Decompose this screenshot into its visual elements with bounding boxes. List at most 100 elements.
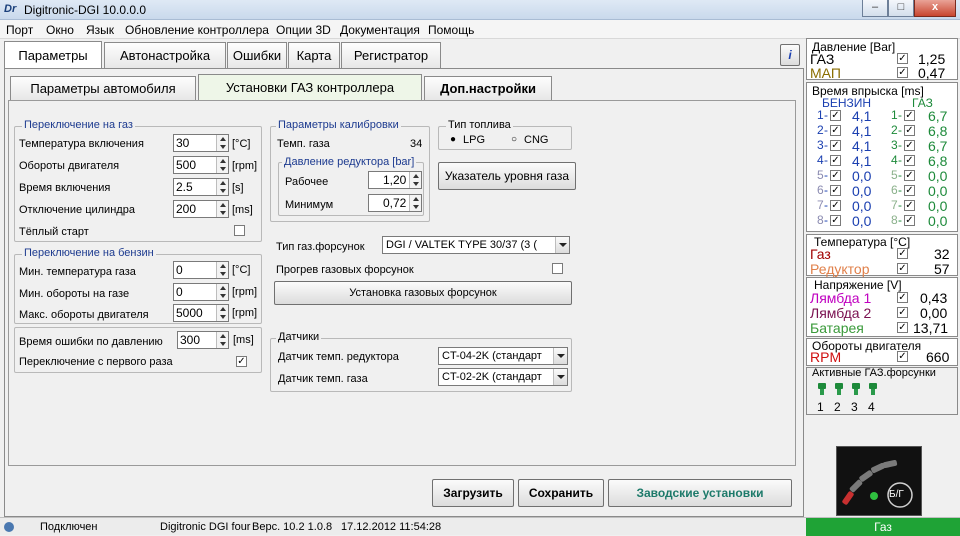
lambda1-label: Лямбда 1 [810,290,872,306]
first-switch-checkbox[interactable]: ✓ [236,356,247,367]
gas-sensor-label: Датчик темп. газа [278,373,368,385]
tab-gas-controller-settings[interactable]: Установки ГАЗ контроллера [198,74,422,101]
menu-port[interactable]: Порт [6,23,33,37]
menu-window[interactable]: Окно [46,23,74,37]
menu-options-3d[interactable]: Опции 3D [276,23,331,37]
injector-heating-checkbox[interactable] [552,263,563,274]
lpg-radio-icon[interactable]: ● [450,134,456,145]
lambda2-checkbox[interactable]: ✓ [897,307,908,318]
petrol-injector-checkbox[interactable]: ✓ [830,215,841,226]
minimum-pressure-input[interactable]: 0,72 [368,194,422,212]
gas-on-temp-input[interactable]: 30 [173,134,229,152]
battery-checkbox[interactable]: ✓ [897,322,908,333]
rpm-checkbox[interactable]: ✓ [897,351,908,362]
petrol-injector-dash: - [824,198,828,212]
gas-injection-value: 0,0 [928,183,948,199]
menu-language[interactable]: Язык [86,23,114,37]
gas-sensor-select[interactable]: CT-02-2K (стандарт [438,368,568,386]
max-rpm-input[interactable]: 5000 [173,304,229,322]
petrol-switch-title: Переключение на бензин [22,247,156,259]
gas-temp-label: Темп. газа [277,138,330,150]
petrol-injection-value: 4,1 [852,123,872,139]
gas-injector-checkbox[interactable]: ✓ [904,215,915,226]
gas-injector-number: 4 [891,153,898,167]
max-rpm-label: Макс. обороты двигателя [19,309,149,321]
engine-rpm-input[interactable]: 500 [173,156,229,174]
warm-start-checkbox[interactable] [234,225,245,236]
lpg-radio-label[interactable]: LPG [463,134,485,146]
fuel-switch-widget[interactable]: Б/Г [836,446,922,516]
injector-type-select[interactable]: DGI / VALTEK TYPE 30/37 (3 ( [382,236,570,254]
gas-injection-value: 0,0 [928,213,948,229]
reducer-temperature-value: 57 [934,261,950,277]
menu-help[interactable]: Помощь [428,23,474,37]
gas-temperature-checkbox[interactable]: ✓ [897,248,908,259]
window-title: Digitronic-DGI 10.0.0.0 [24,3,147,17]
close-button[interactable]: x [914,0,956,17]
gas-injector-checkbox[interactable]: ✓ [904,110,915,121]
gas-level-indicator-button[interactable]: Указатель уровня газа [438,162,576,190]
map-pressure-checkbox[interactable]: ✓ [897,67,908,78]
petrol-injector-checkbox[interactable]: ✓ [830,185,841,196]
min-gas-temp-input[interactable]: 0 [173,261,229,279]
petrol-injector-checkbox[interactable]: ✓ [830,140,841,151]
gas-injector-checkbox[interactable]: ✓ [904,125,915,136]
connection-icon [4,522,14,532]
gas-injection-value: 0,0 [928,168,948,184]
tab-parameters[interactable]: Параметры [4,41,102,69]
gas-injector-checkbox[interactable]: ✓ [904,140,915,151]
tab-errors[interactable]: Ошибки [227,42,287,68]
gas-injector-checkbox[interactable]: ✓ [904,155,915,166]
reducer-temperature-checkbox[interactable]: ✓ [897,263,908,274]
status-datetime: 17.12.2012 11:54:28 [341,521,442,533]
menu-update-controller[interactable]: Обновление контроллера [125,23,269,37]
map-pressure-label: МАП [810,65,841,81]
tab-autotune[interactable]: Автонастройка [104,42,226,68]
working-pressure-input[interactable]: 1,20 [368,171,422,189]
title-bar: Dr Digitronic-DGI 10.0.0.0 – □ x [0,0,960,20]
cylinder-off-input[interactable]: 200 [173,200,229,218]
cng-radio-icon[interactable]: ○ [511,134,517,145]
gas-injector-checkbox[interactable]: ✓ [904,200,915,211]
pressure-error-label: Время ошибки по давлению [19,336,163,348]
switch-time-input[interactable]: 2.5 [173,178,229,196]
save-button[interactable]: Сохранить [518,479,604,507]
petrol-injection-value: 0,0 [852,213,872,229]
gas-injector-checkbox[interactable]: ✓ [904,185,915,196]
menu-documentation[interactable]: Документация [340,23,420,37]
sensors-title: Датчики [276,331,322,343]
petrol-injector-checkbox[interactable]: ✓ [830,125,841,136]
cylinder-off-label: Отключение цилиндра [19,204,135,216]
pressure-error-input[interactable]: 300 [177,331,229,349]
gas-injector-checkbox[interactable]: ✓ [904,170,915,181]
gas-pressure-checkbox[interactable]: ✓ [897,53,908,64]
injector-heating-label: Прогрев газовых форсунок [276,264,414,276]
petrol-injector-checkbox[interactable]: ✓ [830,200,841,211]
petrol-injector-checkbox[interactable]: ✓ [830,170,841,181]
petrol-injector-dash: - [824,123,828,137]
petrol-injector-checkbox[interactable]: ✓ [830,155,841,166]
tab-map[interactable]: Карта [288,42,340,68]
active-injector-number: 1 [817,400,824,414]
cng-radio-label[interactable]: CNG [524,134,548,146]
petrol-injector-checkbox[interactable]: ✓ [830,110,841,121]
maximize-button[interactable]: □ [888,0,914,17]
min-gas-rpm-input[interactable]: 0 [173,283,229,301]
app-logo-icon: Dr [4,3,17,15]
minimize-button[interactable]: – [862,0,888,17]
factory-settings-button[interactable]: Заводские установки [608,479,792,507]
install-injectors-button[interactable]: Установка газовых форсунок [274,281,572,305]
load-button[interactable]: Загрузить [432,479,514,507]
petrol-injector-number: 2 [817,123,824,137]
tab-recorder[interactable]: Регистратор [341,42,441,68]
tab-extra-settings[interactable]: Доп.настройки [424,76,552,100]
lambda1-checkbox[interactable]: ✓ [897,292,908,303]
tab-vehicle-params[interactable]: Параметры автомобиля [10,76,196,100]
petrol-injector-number: 5 [817,168,824,182]
firmware-version: Верс. 10.2 1.0.8 [252,521,333,533]
battery-label: Батарея [810,320,864,336]
info-icon[interactable]: i [780,44,800,66]
reducer-sensor-select[interactable]: CT-04-2K (стандарт [438,347,568,365]
fuel-level-gauge-icon [842,459,913,508]
petrol-injection-value: 0,0 [852,183,872,199]
